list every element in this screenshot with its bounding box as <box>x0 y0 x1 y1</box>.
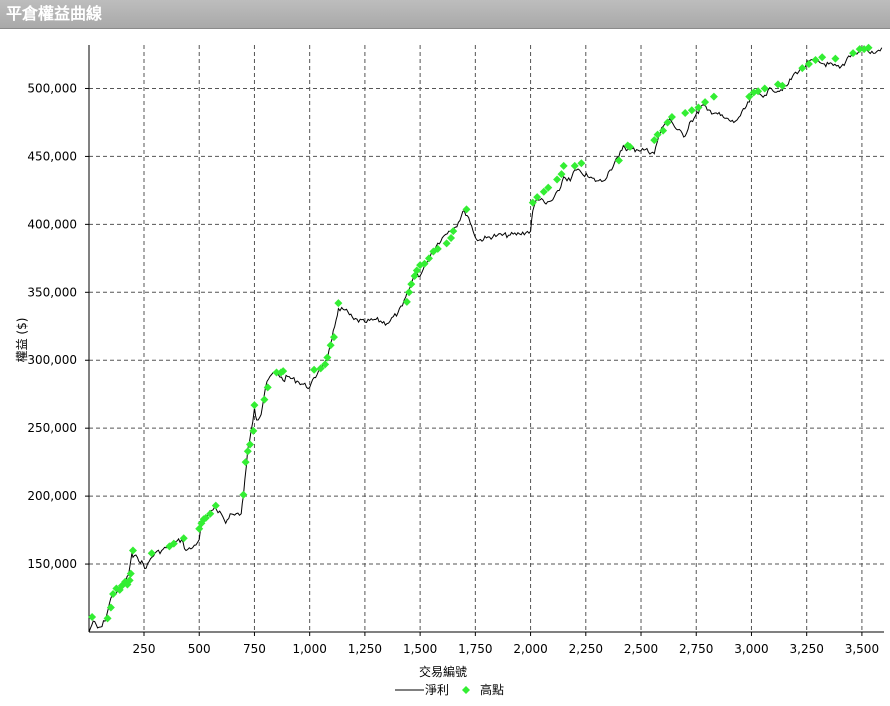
high-point-marker <box>128 546 137 555</box>
legend-label-net-profit: 淨利 <box>425 683 449 697</box>
high-point-marker <box>239 490 248 499</box>
x-tick-label: 2,750 <box>679 642 713 656</box>
y-tick-label: 450,000 <box>27 149 77 163</box>
high-point-marker <box>804 60 813 69</box>
high-point-marker <box>449 227 458 236</box>
series-layer <box>88 43 883 633</box>
high-point-marker <box>326 341 335 350</box>
y-tick-label: 300,000 <box>27 353 77 367</box>
high-point-marker <box>614 156 623 165</box>
x-tick-label: 3,000 <box>734 642 768 656</box>
high-point-marker <box>831 54 840 63</box>
high-point-marker <box>243 447 252 456</box>
y-tick-label: 250,000 <box>27 421 77 435</box>
high-point-marker <box>310 365 319 374</box>
y-tick-label: 500,000 <box>27 81 77 95</box>
x-tick-label: 2,250 <box>569 642 603 656</box>
high-point-marker <box>528 198 537 207</box>
x-tick-label: 2,000 <box>513 642 547 656</box>
x-axis-label: 交易編號 <box>419 664 467 679</box>
high-point-marker <box>407 280 416 289</box>
x-tick-label: 1,000 <box>292 642 326 656</box>
x-tick-label: 1,250 <box>348 642 382 656</box>
x-tick-label: 1,500 <box>403 642 437 656</box>
x-tick-label: 3,500 <box>845 642 879 656</box>
high-point-marker <box>334 299 343 308</box>
y-tick-label: 200,000 <box>27 489 77 503</box>
high-point-marker <box>447 233 456 242</box>
legend-diamond-swatch <box>462 686 470 694</box>
axes <box>85 45 884 636</box>
high-point-marker <box>462 205 471 214</box>
equity-curve-chart: 250 500 750 1,000 1,250 1,500 1,750 2,000 2,250 2… <box>15 43 884 697</box>
high-point-marker <box>260 395 269 404</box>
y-axis-label: 權益 ($) <box>15 318 29 363</box>
high-point-marker <box>250 401 259 410</box>
x-tick-label: 2,500 <box>624 642 658 656</box>
y-tick-label: 150,000 <box>27 557 77 571</box>
high-point-marker <box>442 239 451 248</box>
high-point-marker <box>246 440 255 449</box>
high-point-marker <box>553 175 562 184</box>
high-point-marker <box>402 297 411 306</box>
high-point-marker <box>147 549 156 558</box>
x-tick-label: 500 <box>188 642 211 656</box>
high-point-marker <box>241 458 250 467</box>
high-point-marker <box>424 254 433 263</box>
legend-label-high-points: 高點 <box>480 682 504 697</box>
high-point-marker <box>126 569 135 578</box>
high-point-marker <box>559 161 568 170</box>
net-profit-line <box>88 47 883 633</box>
x-tick-label: 1,750 <box>458 642 492 656</box>
high-point-marker <box>211 501 220 510</box>
x-tick-label: 3,250 <box>790 642 824 656</box>
legend: 淨利 高點 <box>395 682 504 697</box>
high-point-marker <box>709 92 718 101</box>
grid-lines <box>89 45 884 632</box>
x-tick-label: 250 <box>133 642 156 656</box>
x-tick-label: 750 <box>243 642 266 656</box>
high-point-marker <box>329 333 338 342</box>
y-tick-label: 350,000 <box>27 285 77 299</box>
y-tick-label: 400,000 <box>27 217 77 231</box>
